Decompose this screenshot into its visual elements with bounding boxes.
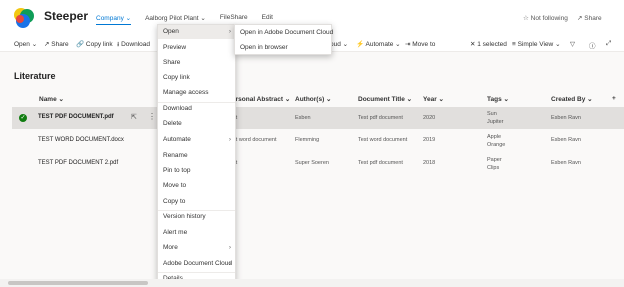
file-name[interactable]: TEST WORD DOCUMENT.docx bbox=[38, 137, 124, 143]
created-by-cell: Esben Ravn bbox=[551, 115, 581, 121]
file-name[interactable]: TEST PDF DOCUMENT.pdf bbox=[38, 114, 114, 120]
title-cell: Test pdf document bbox=[358, 160, 403, 166]
menu-copy-link[interactable]: Copy link bbox=[158, 71, 235, 85]
tag-cell: Apple bbox=[487, 134, 502, 140]
year-cell: 2018 bbox=[423, 160, 436, 166]
menu-manage-access[interactable]: Manage access bbox=[158, 86, 235, 100]
chevron-right-icon: › bbox=[228, 260, 231, 267]
menu-open[interactable]: Open › bbox=[158, 25, 235, 39]
cmd-download[interactable]: ⭳ Download bbox=[117, 40, 150, 51]
site-logo-icon[interactable] bbox=[12, 6, 36, 30]
submenu-open-in-adobe[interactable]: Open in Adobe Document Cloud bbox=[235, 26, 333, 40]
tag-cell: Jupiter bbox=[487, 119, 504, 125]
menu-preview[interactable]: Preview bbox=[158, 41, 235, 55]
add-column-button[interactable]: + bbox=[612, 95, 616, 102]
menu-version-history[interactable]: Version history bbox=[158, 210, 235, 224]
tag-cell: Paper bbox=[487, 157, 502, 163]
col-doc-title[interactable]: Document Title ⌄ bbox=[358, 95, 412, 103]
chevron-right-icon: › bbox=[228, 28, 231, 35]
menu-delete[interactable]: Delete bbox=[158, 117, 235, 131]
table-row[interactable]: TEST PDF DOCUMENT 2.pdf est Super Soeren… bbox=[12, 153, 624, 175]
table-row[interactable]: TEST WORD DOCUMENT.docx est word documen… bbox=[12, 130, 624, 152]
automate-icon: ⚡ bbox=[356, 41, 365, 48]
year-cell: 2020 bbox=[423, 115, 436, 121]
list-icon: ≡ bbox=[512, 41, 516, 48]
menu-more[interactable]: More › bbox=[158, 241, 235, 255]
menu-copy-to[interactable]: Copy to bbox=[158, 195, 235, 209]
tag-cell: Orange bbox=[487, 142, 506, 148]
cmd-open[interactable]: Open ⌄ bbox=[14, 40, 37, 48]
follow-button[interactable]: ☆ Not following bbox=[523, 14, 568, 22]
year-cell: 2019 bbox=[423, 137, 436, 143]
site-title[interactable]: Steeper bbox=[44, 9, 88, 23]
tag-cell: Sun bbox=[487, 111, 497, 117]
author-cell: Flemming bbox=[295, 137, 320, 143]
chevron-right-icon: › bbox=[228, 136, 231, 143]
table-row[interactable]: ✓ TEST PDF DOCUMENT.pdf ⇱ ⋮ est Esben Te… bbox=[12, 107, 624, 129]
scrollbar-thumb[interactable] bbox=[8, 281, 148, 285]
col-year[interactable]: Year ⌄ bbox=[423, 95, 444, 103]
cmd-automate[interactable]: ⚡ Automate ⌄ bbox=[356, 40, 401, 48]
link-icon: 🔗 bbox=[76, 41, 85, 48]
close-icon: ✕ bbox=[470, 41, 476, 48]
info-icon[interactable]: ⓘ bbox=[589, 40, 596, 50]
col-name[interactable]: Name ⌄ bbox=[39, 95, 64, 103]
menu-share[interactable]: Share bbox=[158, 56, 235, 70]
chevron-right-icon: › bbox=[228, 244, 231, 251]
cmd-view[interactable]: ≡ Simple View ⌄ bbox=[512, 40, 561, 48]
share-icon: ↗ bbox=[44, 41, 50, 48]
cmd-deselect[interactable]: ✕ 1 selected bbox=[470, 40, 507, 48]
site-share-button[interactable]: ↗ Share bbox=[577, 14, 602, 22]
author-cell: Esben bbox=[295, 115, 311, 121]
menu-pin-to-top[interactable]: Pin to top bbox=[158, 164, 235, 178]
cmd-move-to[interactable]: ⇥ Move to bbox=[405, 40, 435, 48]
menu-rename[interactable]: Rename bbox=[158, 149, 235, 163]
author-cell: Super Soeren bbox=[295, 160, 329, 166]
menu-download[interactable]: Download bbox=[158, 102, 235, 116]
star-icon: ☆ bbox=[523, 15, 529, 22]
submenu-open-in-browser[interactable]: Open in browser bbox=[235, 41, 331, 55]
context-menu: Open › Preview Share Copy link Manage acc… bbox=[157, 24, 236, 286]
created-by-cell: Esben Ravn bbox=[551, 160, 581, 166]
title-cell: Test pdf document bbox=[358, 115, 403, 121]
checkmark-icon[interactable]: ✓ bbox=[19, 114, 27, 122]
horizontal-scrollbar[interactable] bbox=[0, 279, 624, 287]
table-header: Name ⌄ ersonal Abstract ⌄ Author(s) ⌄ Do… bbox=[0, 92, 624, 106]
col-created-by[interactable]: Created By ⌄ bbox=[551, 95, 593, 103]
col-authors[interactable]: Author(s) ⌄ bbox=[295, 95, 332, 103]
page-title: Literature bbox=[14, 71, 56, 81]
tag-cell: Clips bbox=[487, 165, 500, 171]
download-icon: ⭳ bbox=[117, 41, 120, 48]
created-by-cell: Esben Ravn bbox=[551, 137, 581, 143]
file-name[interactable]: TEST PDF DOCUMENT 2.pdf bbox=[38, 160, 118, 166]
title-cell: Test word document bbox=[358, 137, 408, 143]
share-icon[interactable]: ⇱ bbox=[131, 113, 137, 121]
cmd-copy-link[interactable]: 🔗 Copy link bbox=[76, 40, 113, 48]
filter-icon[interactable]: ▽ bbox=[570, 40, 575, 48]
share-icon: ↗ bbox=[577, 15, 583, 22]
open-submenu: Open in Adobe Document Cloud Open in bro… bbox=[234, 24, 333, 55]
menu-move-to[interactable]: Move to bbox=[158, 179, 235, 193]
nav-company[interactable]: Company ⌄ bbox=[96, 14, 132, 25]
abstract-cell: est word document bbox=[230, 137, 277, 143]
menu-automate[interactable]: Automate › bbox=[158, 133, 235, 147]
col-tags[interactable]: Tags ⌄ bbox=[487, 95, 509, 103]
more-options-icon[interactable]: ⋮ bbox=[148, 112, 156, 121]
expand-icon[interactable]: ⤢ bbox=[606, 40, 611, 48]
menu-alert-me[interactable]: Alert me bbox=[158, 226, 235, 240]
move-icon: ⇥ bbox=[405, 41, 411, 48]
cmd-share[interactable]: ↗ Share bbox=[44, 40, 69, 48]
menu-adobe-document-cloud[interactable]: Adobe Document Cloud › bbox=[158, 257, 235, 271]
cmd-cloud[interactable]: oud ⌄ bbox=[330, 40, 348, 48]
col-abstract[interactable]: ersonal Abstract ⌄ bbox=[232, 95, 290, 103]
